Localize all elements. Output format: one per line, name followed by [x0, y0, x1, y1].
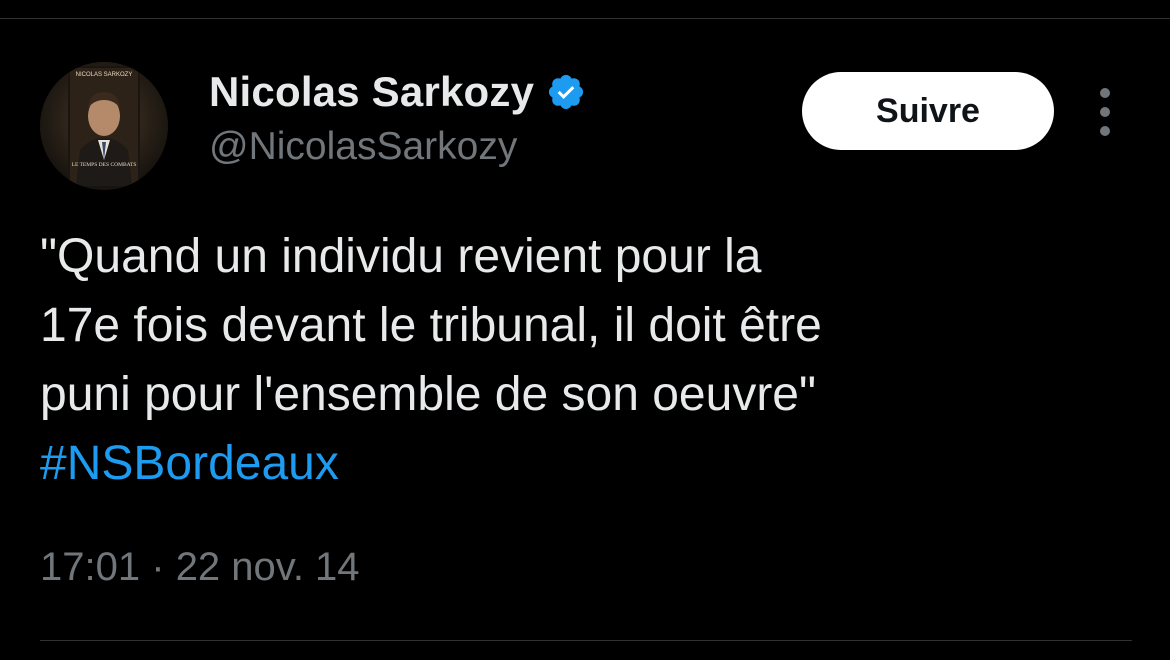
- tweet-line: "Quand un individu revient pour la: [40, 230, 762, 283]
- avatar-subtitle-text: LE TEMPS DES COMBATS: [72, 162, 137, 168]
- hashtag-link[interactable]: #NSBordeaux: [40, 429, 1130, 498]
- more-vertical-icon[interactable]: [1090, 88, 1120, 136]
- tweet-text: "Quand un individu revient pour la 17e f…: [40, 222, 1130, 498]
- more-dot: [1100, 107, 1110, 117]
- tweet-line: 17e fois devant le tribunal, il doit êtr…: [40, 299, 822, 352]
- more-dot: [1100, 88, 1110, 98]
- user-handle[interactable]: @NicolasSarkozy: [209, 125, 517, 169]
- tweet-page: NICOLAS SARKOZY LE TEMPS DES COMBATS Nic…: [0, 0, 1170, 660]
- display-name[interactable]: Nicolas Sarkozy: [209, 68, 534, 116]
- tweet-date: 22 nov. 14: [175, 545, 360, 589]
- avatar[interactable]: NICOLAS SARKOZY LE TEMPS DES COMBATS: [40, 62, 168, 190]
- verified-badge-icon: [546, 72, 586, 112]
- more-dot: [1100, 126, 1110, 136]
- bottom-divider: [40, 640, 1132, 641]
- tweet-time: 17:01: [40, 545, 141, 589]
- follow-button[interactable]: Suivre: [802, 72, 1054, 150]
- tweet-line: puni pour l'ensemble de son oeuvre": [40, 368, 817, 421]
- tweet-timestamp[interactable]: 17:01 · 22 nov. 14: [40, 545, 360, 590]
- display-name-row: Nicolas Sarkozy: [209, 68, 586, 116]
- top-divider: [0, 18, 1170, 19]
- avatar-title-text: NICOLAS SARKOZY: [76, 72, 133, 78]
- avatar-image: NICOLAS SARKOZY LE TEMPS DES COMBATS: [40, 62, 168, 190]
- meta-separator: ·: [151, 545, 165, 589]
